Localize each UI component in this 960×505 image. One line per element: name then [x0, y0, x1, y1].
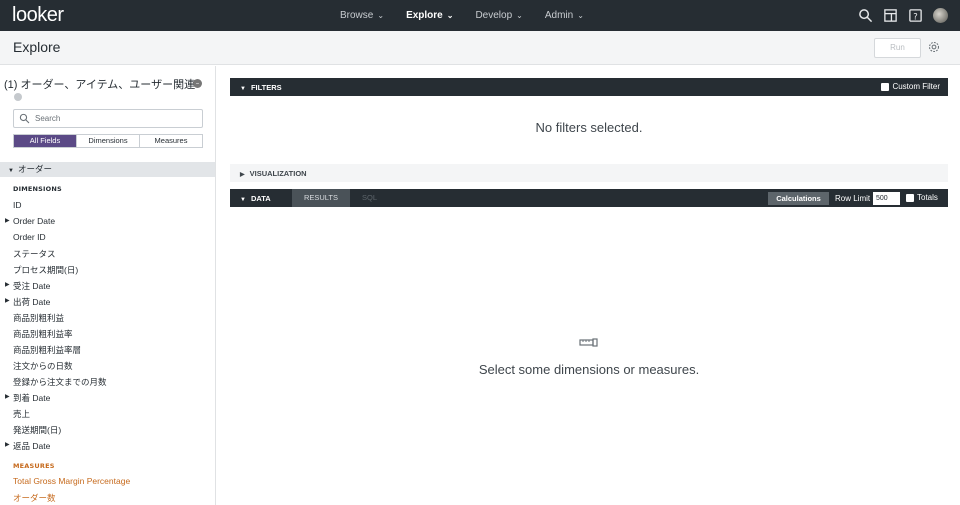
field-dimension[interactable]: 登録から注文までの月数: [13, 376, 107, 388]
chevron-down-icon: ⌄: [577, 11, 584, 20]
ruler-icon: [579, 338, 598, 347]
chevron-down-icon: ⌄: [446, 11, 454, 20]
nav-browse[interactable]: Browse ⌄: [340, 0, 384, 31]
row-limit-input[interactable]: 500: [873, 192, 900, 205]
field-dimension[interactable]: 注文からの日数: [13, 360, 73, 372]
tab-results[interactable]: RESULTS: [292, 189, 350, 207]
visualization-title: ▶ VISUALIZATION: [240, 169, 307, 178]
browse-window-icon[interactable]: [883, 8, 898, 23]
totals-toggle[interactable]: Totals: [906, 193, 938, 202]
nav-explore[interactable]: Explore ⌄: [406, 0, 453, 31]
field-measure[interactable]: オーダー数: [13, 492, 56, 504]
totals-checkbox[interactable]: [906, 193, 914, 202]
field-dimension-group[interactable]: ▶ 到着 Date: [5, 392, 50, 404]
avatar[interactable]: [933, 8, 948, 23]
tab-sql[interactable]: SQL: [362, 189, 377, 207]
field-dimension[interactable]: 商品別粗利益: [13, 312, 64, 324]
field-dimension[interactable]: ステータス: [13, 248, 56, 260]
field-dimension[interactable]: 商品別粗利益率: [13, 328, 73, 340]
dimensions-header: DIMENSIONS: [13, 185, 62, 193]
tab-all-fields[interactable]: All Fields: [14, 135, 76, 147]
field-dimension[interactable]: ID: [13, 200, 22, 210]
search-placeholder: Search: [35, 114, 61, 123]
caret-right-icon: ▶: [5, 394, 10, 400]
row-limit-label: Row Limit: [835, 194, 871, 203]
field-search-input[interactable]: Search: [13, 109, 203, 128]
gear-icon[interactable]: [928, 41, 940, 53]
info-icon[interactable]: [14, 93, 22, 101]
caret-right-icon: ▶: [5, 442, 10, 448]
field-type-tabs: All Fields Dimensions Measures: [13, 134, 203, 148]
help-icon[interactable]: ?: [908, 8, 923, 23]
field-picker: (1) オーダー、アイテム、ユーザー関連 – Search All Fields…: [0, 66, 216, 505]
data-bar: ▼ DATA RESULTS SQL Calculations Row Limit…: [230, 189, 948, 207]
custom-filter-toggle[interactable]: Custom Filter: [881, 82, 940, 91]
top-nav: looker Browse ⌄ Explore ⌄ Develop ⌄ Admin ⌄ …: [0, 0, 960, 31]
field-dimension-group[interactable]: ▶ Order Date: [5, 216, 55, 226]
page-title: Explore: [13, 39, 61, 55]
chevron-down-icon: ⌄: [377, 11, 385, 20]
main-nav: Browse ⌄ Explore ⌄ Develop ⌄ Admin ⌄: [340, 0, 606, 31]
field-dimension[interactable]: 商品別粗利益率層: [13, 344, 81, 356]
caret-right-icon: ▶: [5, 298, 10, 304]
caret-right-icon: ▶: [5, 218, 10, 224]
explore-header: Explore Run: [0, 31, 960, 65]
search-icon: [19, 113, 30, 124]
field-dimension[interactable]: 発送期間(日): [13, 424, 61, 436]
explore-menu-icon[interactable]: –: [193, 79, 202, 88]
field-dimension[interactable]: プロセス期間(日): [13, 264, 78, 276]
caret-down-icon: ▼: [240, 86, 246, 92]
caret-down-icon: ▼: [8, 168, 14, 174]
explore-name[interactable]: (1) オーダー、アイテム、ユーザー関連: [4, 76, 195, 92]
custom-filter-checkbox[interactable]: [881, 82, 890, 91]
run-button[interactable]: Run: [874, 38, 921, 58]
nav-admin[interactable]: Admin ⌄: [545, 0, 584, 31]
caret-right-icon: ▶: [5, 282, 10, 288]
tab-measures[interactable]: Measures: [139, 135, 202, 147]
field-dimension[interactable]: Order ID: [13, 232, 46, 242]
field-measure[interactable]: Total Gross Margin Percentage: [13, 476, 130, 486]
search-icon[interactable]: [858, 8, 873, 23]
tab-dimensions[interactable]: Dimensions: [76, 135, 139, 147]
calculations-button[interactable]: Calculations: [768, 192, 829, 205]
caret-down-icon: ▼: [240, 197, 246, 203]
data-title[interactable]: ▼ DATA: [240, 194, 271, 203]
visualization-bar[interactable]: ▶ VISUALIZATION: [230, 164, 948, 182]
field-dimension-group[interactable]: ▶ 出荷 Date: [5, 296, 50, 308]
filters-title: ▼ FILTERS: [240, 83, 282, 92]
chevron-down-icon: ⌄: [516, 11, 523, 20]
top-icons: ?: [858, 8, 948, 23]
field-dimension-group[interactable]: ▶ 返品 Date: [5, 440, 50, 452]
no-filters-message: No filters selected.: [535, 120, 643, 135]
looker-logo[interactable]: looker: [12, 4, 64, 27]
nav-develop[interactable]: Develop ⌄: [475, 0, 522, 31]
field-dimension[interactable]: 売上: [13, 408, 30, 420]
view-header[interactable]: ▼ オーダー: [0, 162, 215, 177]
filters-bar[interactable]: ▼ FILTERS Custom Filter: [230, 78, 948, 96]
empty-data-message: Select some dimensions or measures.: [478, 362, 700, 377]
svg-text:?: ?: [913, 11, 917, 21]
field-dimension-group[interactable]: ▶ 受注 Date: [5, 280, 50, 292]
measures-header: MEASURES: [13, 462, 55, 470]
caret-right-icon: ▶: [240, 172, 245, 178]
